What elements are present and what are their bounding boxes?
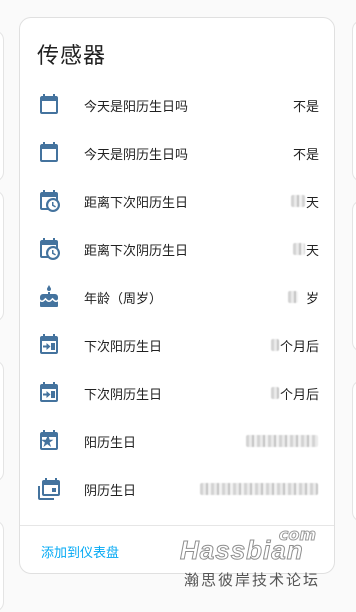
entity-state [246,435,319,447]
add-to-dashboard-button[interactable]: 添加到仪表盘 [41,542,119,561]
entity-row-next-lunar-birthday[interactable]: 下次阴历生日 个月后 [20,369,334,417]
redacted-value [200,483,318,495]
entity-label: 今天是阳历生日吗 [84,99,189,115]
watermark-brand: Hassbian [180,535,304,566]
entity-label: 阳历生日 [84,435,137,451]
entity-row-solar-birthday[interactable]: 阳历生日 [20,417,334,465]
entity-label: 今天是阴历生日吗 [84,147,189,163]
redacted-value [270,387,279,399]
calendar-blank-icon [37,141,61,165]
neighbor-card-edge [0,190,4,322]
entity-state: 不是 [292,147,319,163]
calendar-star-icon [37,429,61,453]
entity-state: 岁 [287,288,319,307]
redacted-value [287,291,298,303]
entity-row-age[interactable]: 年龄（周岁） 岁 [20,273,334,321]
entity-row-today-solar-birthday[interactable]: 今天是阳历生日吗 不是 [20,81,334,129]
entity-label: 下次阳历生日 [84,339,163,355]
neighbor-card-edge [352,380,356,522]
entity-state: 天 [290,192,319,211]
entity-state: 个月后 [270,384,319,403]
entity-label: 年龄（周岁） [84,291,163,307]
entity-label: 距离下次阳历生日 [84,195,189,211]
entity-list: 今天是阳历生日吗 不是 今天是阴历生日吗 不是 距离下次阳历生日 天 距离下次阴… [20,81,334,513]
neighbor-card-edge [352,20,356,182]
calendar-arrow-right-icon [37,333,61,357]
redacted-value [246,435,318,447]
watermark-subtitle: 瀚思彼岸技术论坛 [184,571,321,589]
calendar-blank-icon [37,93,61,117]
calendar-clock-icon [37,189,61,213]
neighbor-card-edge [0,30,4,182]
neighbor-card-edge [352,200,356,352]
redacted-value [290,195,305,207]
watermark: com Hassbian 瀚思彼岸技术论坛 [178,525,338,597]
entity-state: 不是 [292,99,319,115]
entity-state: 天 [292,240,319,259]
redacted-value [292,243,305,255]
redacted-value [270,339,279,351]
entity-label: 阴历生日 [84,483,137,499]
entity-row-today-lunar-birthday[interactable]: 今天是阴历生日吗 不是 [20,129,334,177]
calendar-arrow-right-icon [37,381,61,405]
calendar-multiple-icon [37,477,61,501]
card-title: 传感器 [37,44,107,69]
calendar-clock-icon [37,237,61,261]
cake-icon [37,285,61,309]
entity-row-days-to-solar-birthday[interactable]: 距离下次阳历生日 天 [20,177,334,225]
entity-label: 下次阴历生日 [84,387,163,403]
entity-state [200,483,319,495]
entity-label: 距离下次阴历生日 [84,243,189,259]
neighbor-card-edge [0,360,4,482]
entity-row-next-solar-birthday[interactable]: 下次阳历生日 个月后 [20,321,334,369]
entity-row-days-to-lunar-birthday[interactable]: 距离下次阴历生日 天 [20,225,334,273]
neighbor-card-edge [0,520,4,612]
entity-state: 个月后 [270,336,319,355]
entity-row-lunar-birthday[interactable]: 阴历生日 [20,465,334,513]
sensor-entities-card: 传感器 今天是阳历生日吗 不是 今天是阴历生日吗 不是 距离下次阳历生日 天 距… [19,17,335,574]
